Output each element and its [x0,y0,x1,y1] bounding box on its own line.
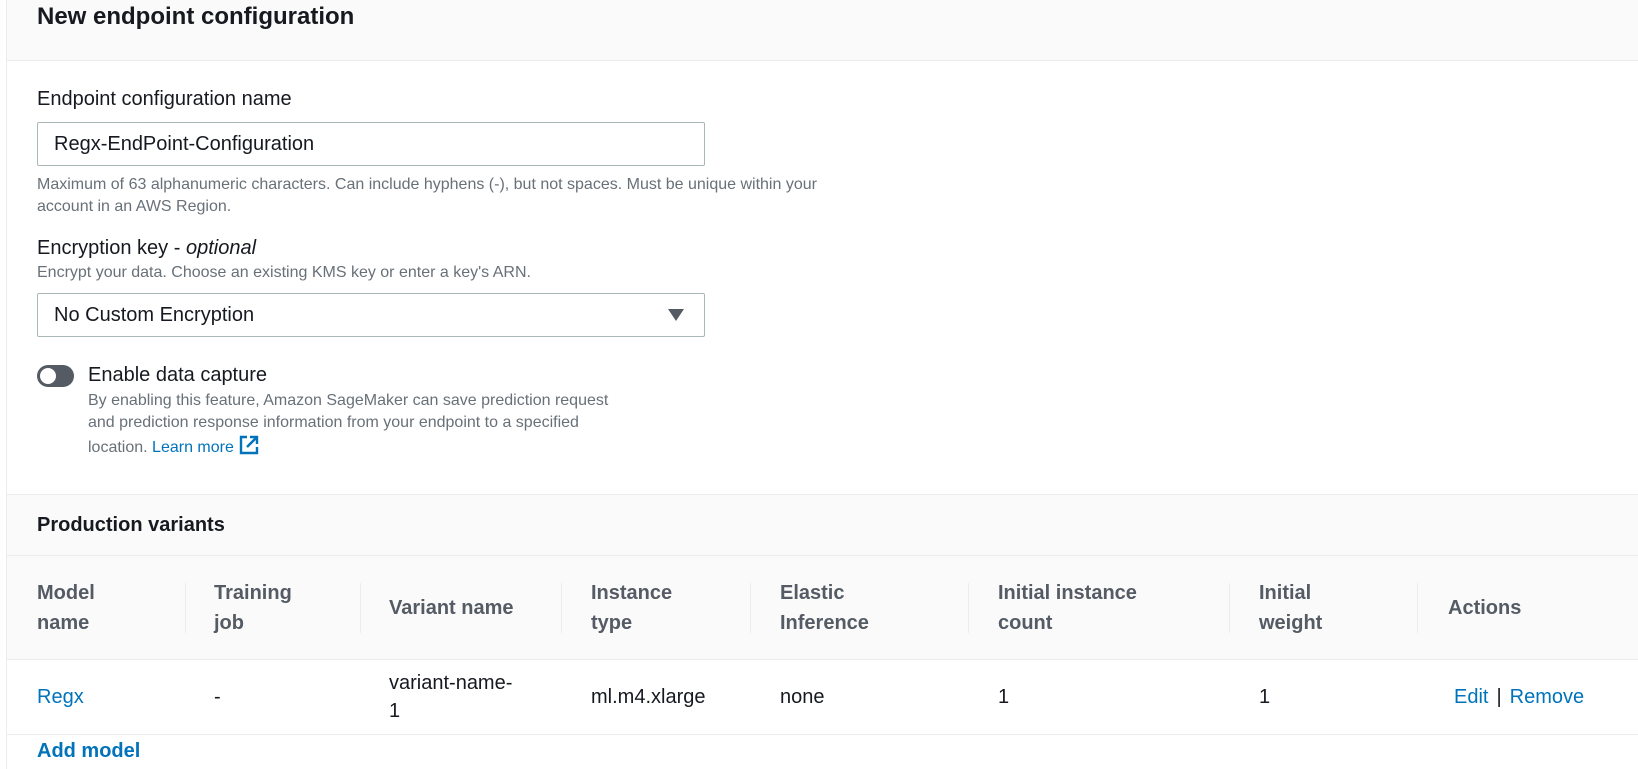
encryption-key-select[interactable]: No Custom Encryption [37,293,705,337]
variants-table-header: Model name Training job Variant name Insta… [7,556,1638,660]
encryption-key-label: Encryption key - optional [37,237,257,259]
column-separator [968,583,969,633]
endpoint-name-hint: Maximum of 63 alphanumeric characters. C… [37,176,817,215]
instance-type-cell: ml.m4.xlarge [591,686,706,708]
model-name-cell: Regx [37,660,84,734]
external-link-icon [239,435,259,455]
column-header-actions: Actions [1448,597,1522,619]
column-header-instance-type[interactable]: Instance type [591,556,751,660]
production-variants-title: Production variants [37,514,225,536]
elastic-inference-cell: none [780,686,825,708]
column-separator [360,583,361,633]
table-row: Regx - variant-name- 1 ml.m4.xlarge none … [7,660,1638,735]
data-capture-description: By enabling this feature, Amazon SageMak… [88,392,609,456]
column-separator [750,583,751,633]
page-title: New endpoint configuration [37,3,355,30]
actions-cell: Edit | Remove [1454,660,1584,734]
initial-instance-count-cell: 1 [998,686,1010,708]
column-header-initial-weight[interactable]: Initial weight [1259,556,1419,660]
learn-more-link[interactable]: Learn more [152,435,260,456]
column-separator [185,583,186,633]
column-separator [1229,583,1230,633]
column-header-model-name[interactable]: Model name [37,556,177,660]
actions-separator: | [1496,686,1502,708]
remove-link[interactable]: Remove [1510,683,1584,711]
column-separator [1417,583,1418,633]
initial-weight-cell: 1 [1259,686,1271,708]
column-header-variant-name[interactable]: Variant name [389,556,559,660]
training-job-cell: - [214,686,221,708]
optional-label: optional [185,237,257,259]
data-capture-label: Enable data capture [88,364,268,386]
edit-link[interactable]: Edit [1454,683,1488,711]
endpoint-name-label: Endpoint configuration name [37,88,292,110]
column-header-training-job[interactable]: Training job [214,556,354,660]
encryption-key-hint: Encrypt your data. Choose an existing KM… [37,264,531,281]
production-variants-header: Production variants [7,495,1638,556]
column-header-elastic-inference[interactable]: Elastic Inference [780,556,970,660]
model-name-link[interactable]: Regx [37,683,84,711]
data-capture-toggle[interactable] [37,365,74,387]
column-header-initial-instance-count[interactable]: Initial instance count [998,556,1228,660]
variant-name-cell: variant-name- 1 [389,672,513,722]
column-separator [561,583,562,633]
add-model-link[interactable]: Add model [37,738,140,764]
endpoint-name-input[interactable] [37,122,705,166]
encryption-key-value: No Custom Encryption [54,303,255,326]
toggle-knob [40,368,56,384]
caret-down-icon [668,309,684,321]
panel-header: New endpoint configuration [7,0,1638,61]
endpoint-config-panel: New endpoint configuration Endpoint conf… [6,0,1638,769]
